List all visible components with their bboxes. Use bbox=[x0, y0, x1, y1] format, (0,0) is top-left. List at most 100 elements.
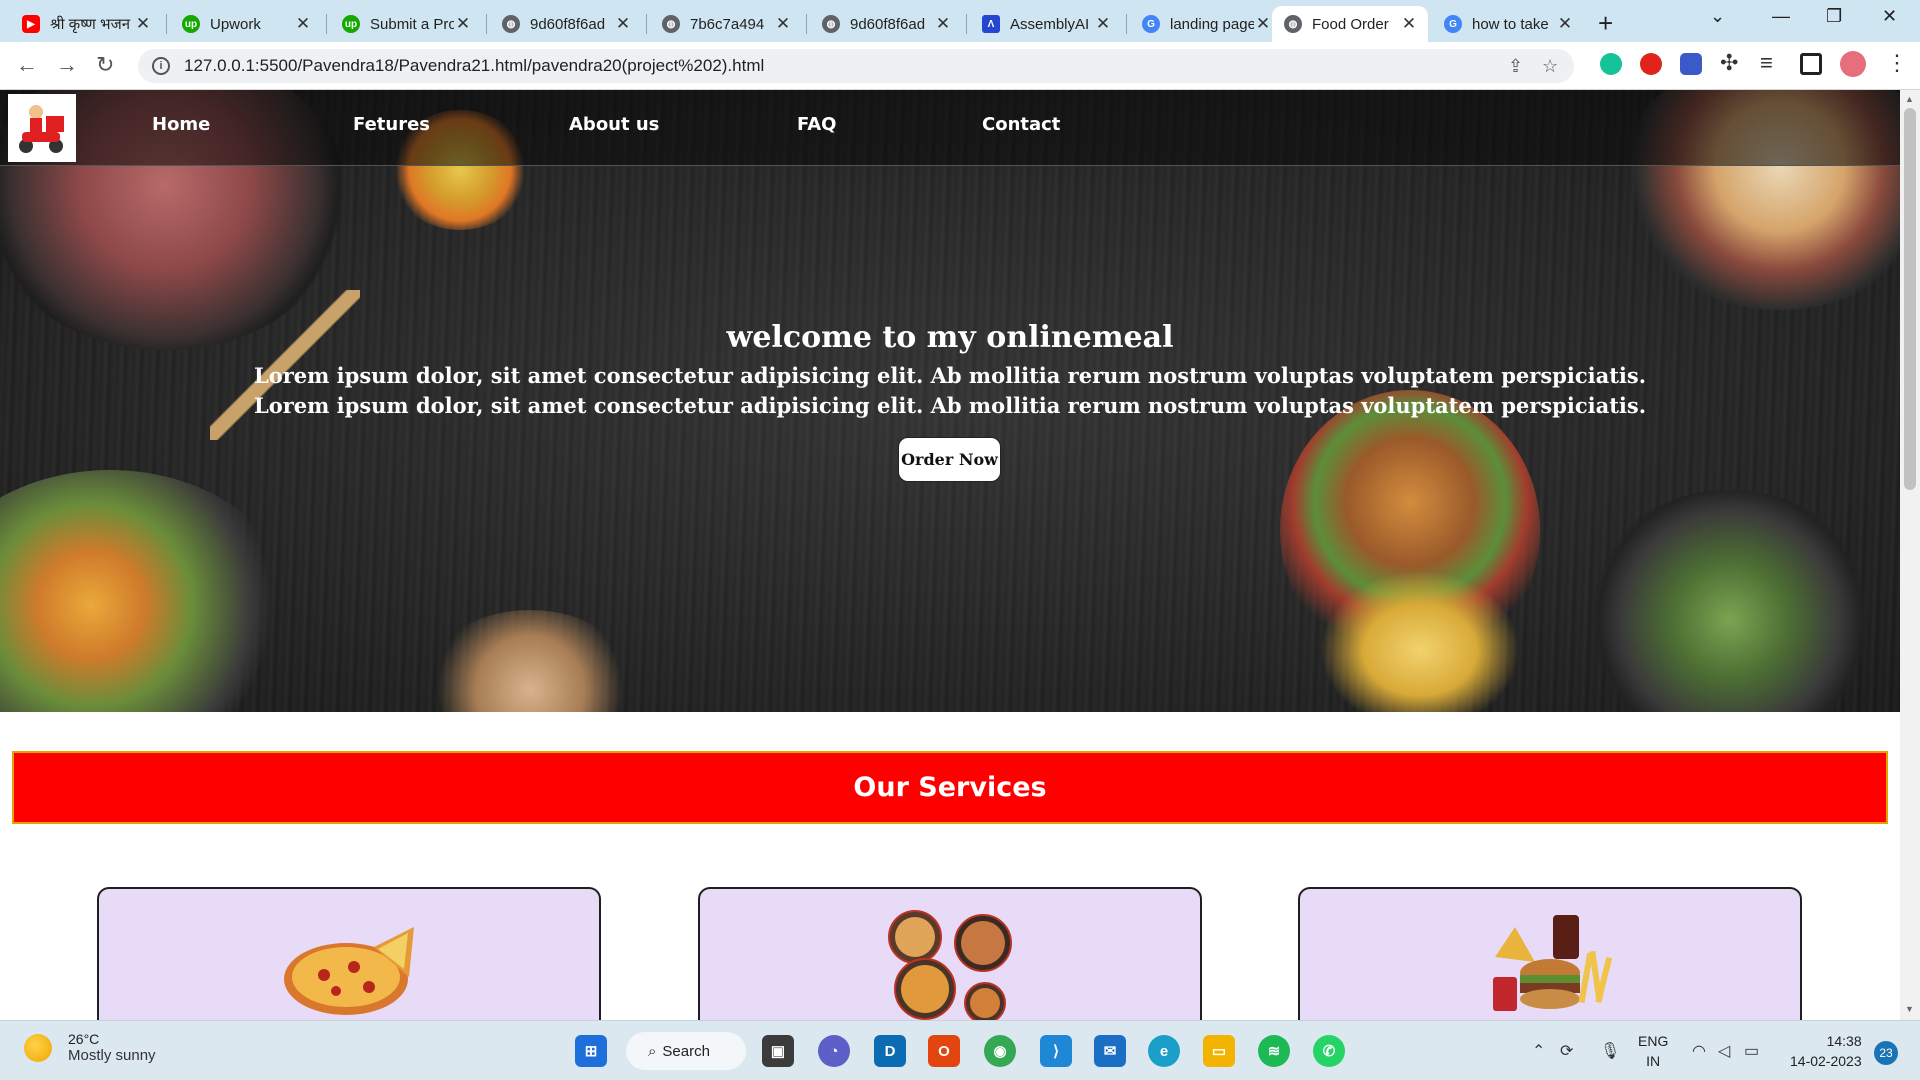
tab-hash-3[interactable]: ◍ 9d60f8f6ad ✕ bbox=[810, 6, 962, 42]
avatar[interactable] bbox=[1840, 51, 1866, 77]
teams-chat-icon[interactable]: ◔ bbox=[818, 1035, 850, 1067]
close-icon[interactable]: ✕ bbox=[1556, 14, 1574, 34]
grammarly-icon[interactable] bbox=[1600, 53, 1622, 75]
globe-icon: ◍ bbox=[662, 15, 680, 33]
whatsapp-icon[interactable]: ✆ bbox=[1313, 1035, 1345, 1067]
close-window-button[interactable]: ✕ bbox=[1882, 6, 1897, 27]
upwork-icon: up bbox=[182, 15, 200, 33]
url-bar[interactable]: i 127.0.0.1:5500/Pavendra18/Pavendra21.h… bbox=[138, 49, 1574, 83]
wifi-icon[interactable]: ◠ bbox=[1692, 1041, 1706, 1061]
page-scrollbar[interactable]: ▲ ▼ bbox=[1900, 90, 1920, 1020]
forward-icon[interactable]: → bbox=[56, 52, 78, 78]
office-icon[interactable]: O bbox=[928, 1035, 960, 1067]
youtube-icon: ▶ bbox=[22, 15, 40, 33]
tab-hash-1[interactable]: ◍ 9d60f8f6ad ✕ bbox=[490, 6, 642, 42]
service-card-fast-food[interactable] bbox=[1298, 887, 1802, 1020]
tab-title: 9d60f8f6ad bbox=[530, 15, 606, 33]
weather-widget[interactable]: 26°C Mostly sunny bbox=[24, 1031, 156, 1064]
language-indicator[interactable]: ENG IN bbox=[1638, 1031, 1668, 1071]
close-icon[interactable]: ✕ bbox=[1400, 14, 1418, 34]
globe-icon: ◍ bbox=[502, 15, 520, 33]
nav-contact-link[interactable]: Contact bbox=[982, 114, 1060, 135]
back-icon[interactable]: ← bbox=[16, 52, 38, 78]
service-card-pizza[interactable] bbox=[97, 887, 601, 1020]
clock-date: 14-02-2023 bbox=[1790, 1053, 1862, 1069]
site-logo[interactable] bbox=[8, 94, 76, 162]
close-icon[interactable]: ✕ bbox=[294, 14, 312, 34]
close-icon[interactable]: ✕ bbox=[774, 14, 792, 34]
scroll-down-icon[interactable]: ▼ bbox=[1905, 1004, 1914, 1014]
tab-submit-proposal[interactable]: up Submit a Proposal ✕ bbox=[330, 6, 482, 42]
show-hidden-icons-chevron-icon[interactable]: ⌃ bbox=[1532, 1041, 1545, 1061]
dell-icon[interactable]: D bbox=[874, 1035, 906, 1067]
tab-hash-2[interactable]: ◍ 7b6c7a494 ✕ bbox=[650, 6, 802, 42]
site-info-icon[interactable]: i bbox=[152, 57, 170, 75]
tab-title: श्री कृष्ण भजन bbox=[50, 16, 131, 33]
scroll-up-icon[interactable]: ▲ bbox=[1905, 94, 1914, 104]
menu-kebab-icon[interactable]: ⋮ bbox=[1886, 50, 1908, 76]
volume-icon[interactable]: ◁ bbox=[1718, 1041, 1730, 1061]
address-toolbar: ← → ↻ i 127.0.0.1:5500/Pavendra18/Pavend… bbox=[0, 42, 1920, 90]
scrollbar-thumb[interactable] bbox=[1904, 108, 1916, 490]
minimize-button[interactable]: — bbox=[1772, 6, 1790, 27]
close-icon[interactable]: ✕ bbox=[934, 14, 952, 34]
fast-food-image bbox=[1493, 915, 1613, 1011]
system-clock[interactable]: 14:38 14-02-2023 bbox=[1790, 1031, 1862, 1071]
hero-title: welcome to my onlinemeal bbox=[726, 320, 1174, 355]
top-navigation: Home Fetures About us FAQ Contact bbox=[0, 90, 1900, 166]
tab-landing-page[interactable]: G landing page ✕ bbox=[1130, 6, 1282, 42]
nav-faq-link[interactable]: FAQ bbox=[797, 114, 836, 135]
close-icon[interactable]: ✕ bbox=[454, 14, 472, 34]
taskbar-search[interactable]: ⌕ Search bbox=[626, 1032, 746, 1070]
tab-title: how to take bbox=[1472, 15, 1549, 33]
tab-search-chevron-icon[interactable]: ⌄ bbox=[1710, 6, 1725, 27]
nav-home-link[interactable]: Home bbox=[152, 114, 210, 135]
tab-assemblyai[interactable]: Λ AssemblyAI ✕ bbox=[970, 6, 1122, 42]
tab-title: landing page bbox=[1170, 15, 1254, 33]
vscode-icon[interactable]: ⟩ bbox=[1040, 1035, 1072, 1067]
reload-icon[interactable]: ↻ bbox=[96, 52, 114, 78]
tab-title: AssemblyAI bbox=[1010, 15, 1090, 33]
close-icon[interactable]: ✕ bbox=[1094, 14, 1112, 34]
edge-icon[interactable]: e bbox=[1148, 1035, 1180, 1067]
tab-food-order[interactable]: ◍ Food Order ✕ bbox=[1272, 6, 1428, 42]
nav-features-link[interactable]: Fetures bbox=[353, 114, 430, 135]
sync-icon[interactable]: ⟳ bbox=[1560, 1041, 1573, 1061]
service-card-thali[interactable] bbox=[698, 887, 1202, 1020]
close-icon[interactable]: ✕ bbox=[134, 14, 152, 34]
restore-button[interactable]: ❐ bbox=[1826, 6, 1842, 27]
puzzle-extensions-icon[interactable]: ✣ bbox=[1720, 50, 1738, 76]
microphone-icon[interactable]: 🎙 bbox=[1600, 1041, 1620, 1061]
tab-title: 7b6c7a494 bbox=[690, 15, 765, 33]
side-panel-icon[interactable] bbox=[1800, 53, 1822, 75]
food-delivery-logo-icon bbox=[19, 105, 64, 153]
region-code: IN bbox=[1646, 1053, 1661, 1069]
url-text: 127.0.0.1:5500/Pavendra18/Pavendra21.htm… bbox=[184, 56, 765, 75]
nav-about-link[interactable]: About us bbox=[569, 114, 659, 135]
services-heading: Our Services bbox=[853, 772, 1047, 803]
spotify-icon[interactable]: ≋ bbox=[1258, 1035, 1290, 1067]
new-tab-button[interactable]: + bbox=[1598, 8, 1613, 39]
share-icon[interactable]: ⇪ bbox=[1508, 56, 1523, 77]
order-now-button[interactable]: Order Now bbox=[898, 437, 1001, 482]
extension-icon[interactable] bbox=[1680, 53, 1702, 75]
chrome-icon[interactable]: ◉ bbox=[984, 1035, 1016, 1067]
tab-how-to-take[interactable]: G how to take ✕ bbox=[1432, 6, 1584, 42]
weather-description: Mostly sunny bbox=[68, 1047, 156, 1064]
tab-bhajan[interactable]: ▶ श्री कृष्ण भजन ✕ bbox=[10, 6, 162, 42]
bookmark-star-icon[interactable]: ☆ bbox=[1542, 56, 1558, 77]
adblock-icon[interactable] bbox=[1640, 53, 1662, 75]
close-icon[interactable]: ✕ bbox=[614, 14, 632, 34]
task-view-icon[interactable]: ▣ bbox=[762, 1035, 794, 1067]
reading-list-icon[interactable]: ≡ bbox=[1760, 50, 1773, 76]
mail-icon[interactable]: ✉ bbox=[1094, 1035, 1126, 1067]
close-icon[interactable]: ✕ bbox=[1254, 14, 1272, 34]
tab-upwork[interactable]: up Upwork ✕ bbox=[170, 6, 322, 42]
google-icon: G bbox=[1142, 15, 1160, 33]
windows-start-icon[interactable]: ⊞ bbox=[575, 1035, 607, 1067]
tab-title: Food Order bbox=[1312, 15, 1389, 33]
salad-bowl-image bbox=[0, 470, 300, 712]
notification-badge[interactable]: 23 bbox=[1874, 1041, 1898, 1065]
battery-icon[interactable]: ▭ bbox=[1744, 1041, 1759, 1061]
file-explorer-icon[interactable]: ▭ bbox=[1203, 1035, 1235, 1067]
